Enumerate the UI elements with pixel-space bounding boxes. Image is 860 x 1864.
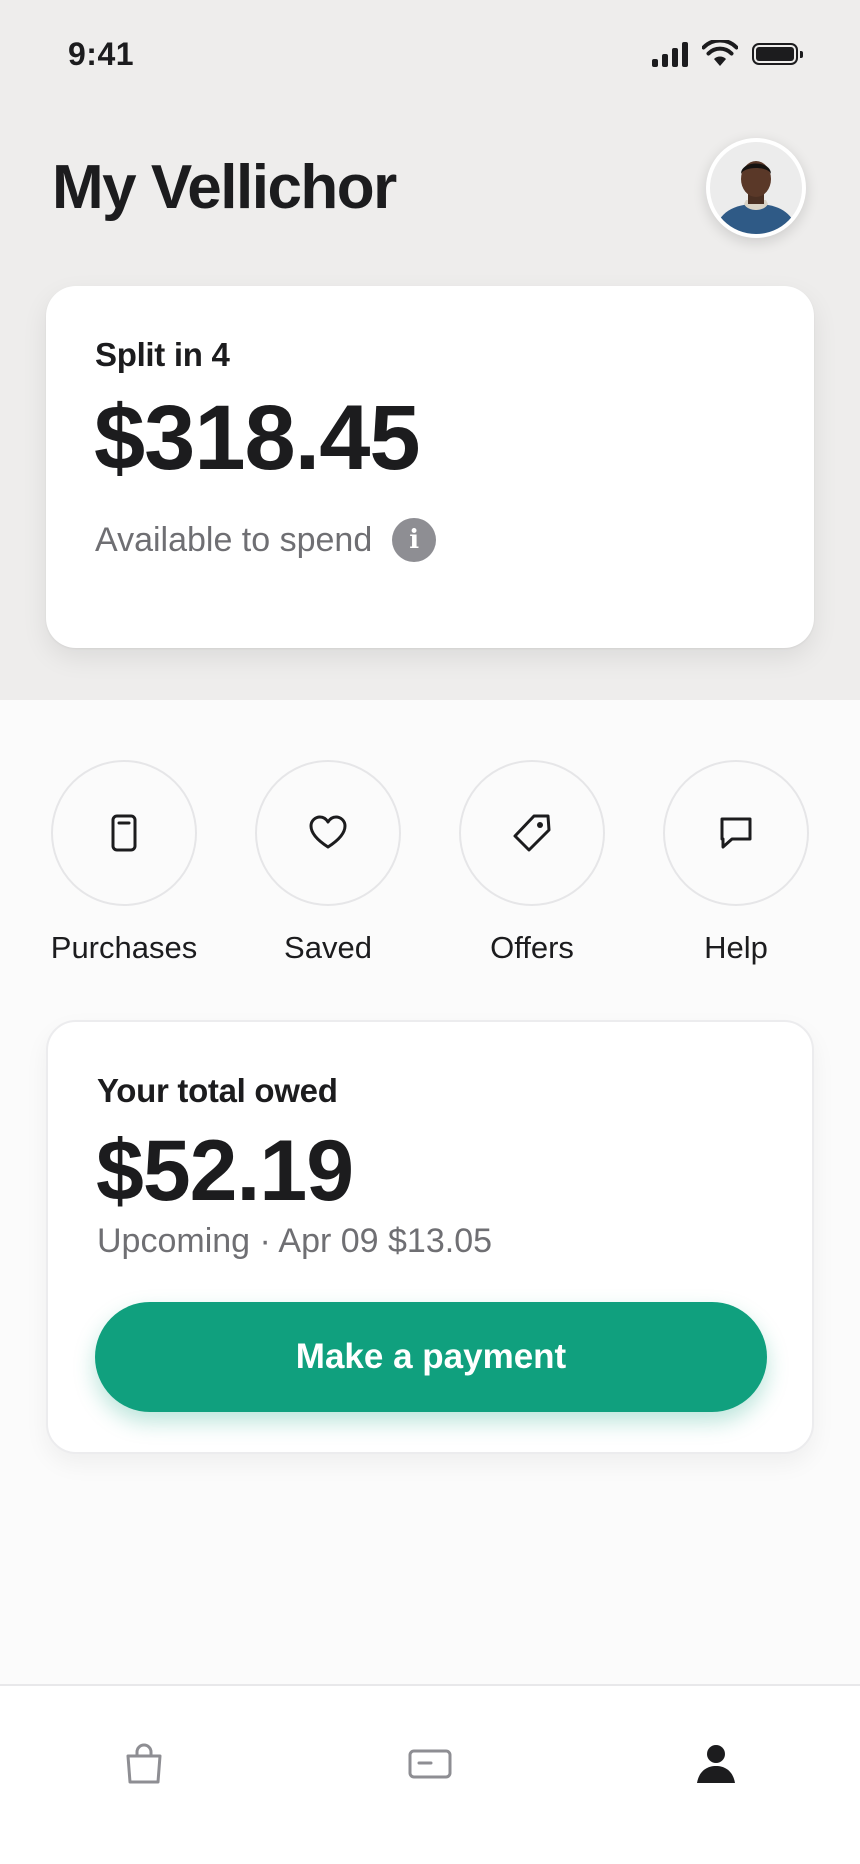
available-row: Available to spend i (95, 518, 437, 562)
quick-actions: Purchases Saved Offers Help (0, 760, 860, 980)
chat-bubble-icon (720, 817, 752, 849)
action-offers-label: Offers (490, 930, 574, 965)
make-payment-button[interactable]: Make a payment (95, 1302, 767, 1412)
balance-card: Split in 4 $318.45 Available to spend i (46, 286, 814, 648)
action-saved[interactable]: Saved (253, 760, 403, 966)
action-help-button[interactable] (663, 760, 809, 906)
action-saved-button[interactable] (255, 760, 401, 906)
heart-icon (309, 815, 347, 849)
person-icon (697, 1745, 735, 1783)
available-balance-amount: $318.45 (94, 387, 421, 489)
profile-photo (710, 142, 802, 234)
tab-card[interactable] (390, 1734, 470, 1794)
card-icon (408, 1749, 452, 1779)
action-saved-label: Saved (284, 930, 372, 965)
tab-profile[interactable] (676, 1734, 756, 1794)
status-time: 9:41 (68, 36, 135, 72)
owed-card: Your total owed $52.19 Upcoming · Apr 09… (46, 1020, 814, 1454)
wifi-icon (702, 40, 738, 66)
battery-icon (752, 43, 803, 65)
shopping-bag-icon (126, 1743, 162, 1784)
action-purchases[interactable]: Purchases (49, 760, 199, 966)
status-bar: 9:41 (0, 0, 860, 110)
tab-bar (0, 1684, 860, 1864)
action-purchases-button[interactable] (51, 760, 197, 906)
status-icons (652, 40, 803, 68)
available-to-spend-label: Available to spend (95, 520, 373, 559)
receipt-icon (111, 814, 137, 852)
page-title: My Vellichor (52, 153, 397, 222)
total-owed-amount: $52.19 (96, 1123, 354, 1219)
upcoming-payment-text: Upcoming · Apr 09 $13.05 (97, 1222, 493, 1260)
cellular-signal-icon (652, 41, 688, 67)
tab-shop[interactable] (104, 1734, 184, 1794)
action-offers[interactable]: Offers (457, 760, 607, 966)
action-help[interactable]: Help (661, 760, 811, 966)
info-icon[interactable]: i (392, 518, 437, 562)
tag-icon (513, 814, 551, 852)
avatar[interactable] (706, 138, 806, 238)
owed-card-label: Your total owed (97, 1072, 338, 1109)
action-offers-button[interactable] (459, 760, 605, 906)
action-purchases-label: Purchases (50, 930, 198, 965)
balance-card-label: Split in 4 (95, 336, 230, 373)
action-help-label: Help (704, 930, 768, 965)
